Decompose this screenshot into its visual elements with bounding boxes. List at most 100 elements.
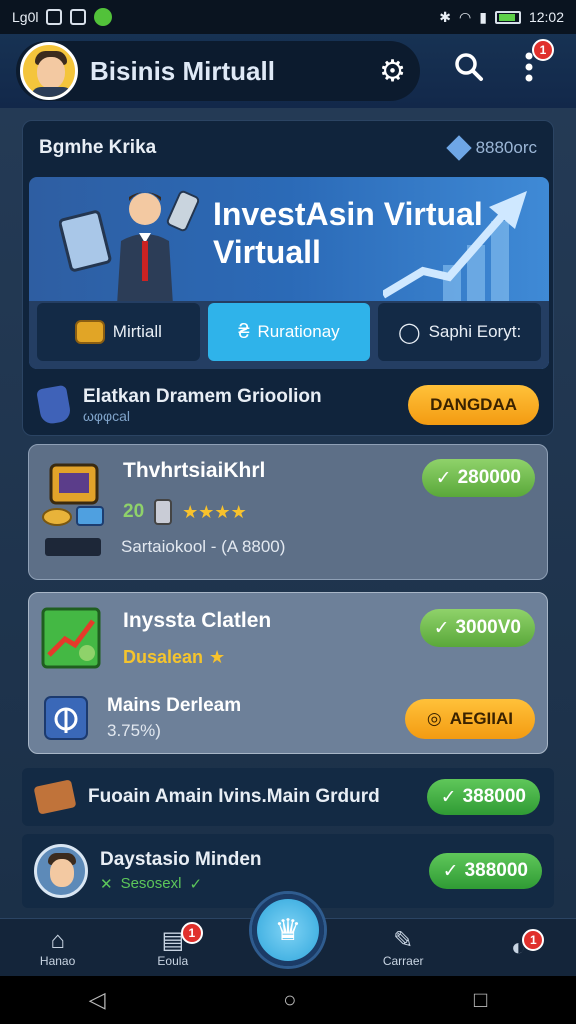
nav-label: Carraer	[382, 953, 424, 968]
summary-card: Bgmhe Krika 8880orc InvestAsin Virtual V…	[22, 120, 554, 436]
promo-subtitle: ωφφcal	[83, 408, 130, 424]
price-value: 388000	[462, 786, 526, 807]
coin-icon	[74, 320, 105, 344]
list-item[interactable]: ThvhrtsiaiKhrl ✓ 280000 20 ★★★★ Sartaiok…	[28, 444, 548, 580]
cash-register-icon	[42, 463, 104, 526]
system-nav: ◁ ○ □	[0, 976, 576, 1024]
star-icon: ★	[230, 501, 247, 522]
home-circle-icon[interactable]: ○	[283, 987, 296, 1013]
tab-label: Mirtiall	[112, 322, 162, 341]
price-value: 3000V0	[455, 617, 521, 638]
tab-label: Rurationay	[257, 322, 340, 341]
promo-title: Elatkan Dramem Grioolion	[83, 386, 322, 407]
item-sub-title: Mains Derleam	[107, 695, 242, 716]
item-title: ThvhrtsiaiKhrl	[123, 459, 266, 482]
avatar	[34, 844, 88, 898]
star-icon: ★	[182, 501, 199, 522]
invest-banner[interactable]: InvestAsin Virtual Virtuall Mirtiall ₴ R…	[29, 177, 549, 369]
check-icon: ✓	[442, 860, 459, 882]
carrier-label: Lg0l	[12, 9, 39, 25]
nav-item-profile[interactable]: ◐ 1	[478, 928, 558, 961]
gold-bar-icon	[33, 779, 77, 815]
summary-label: Bgmhe Krika	[39, 137, 157, 158]
star-icon: ★	[214, 501, 231, 522]
rating-stars: ★★★★	[182, 502, 247, 523]
nav-badge: 1	[180, 921, 203, 944]
tag-icon	[36, 384, 72, 426]
price-value: 388000	[464, 860, 528, 881]
jar-icon	[154, 499, 173, 525]
recents-icon[interactable]: □	[474, 987, 487, 1013]
item-meta: Sartaiokool - (A 8800)	[121, 537, 286, 556]
promo-button[interactable]: DANGDAA	[408, 385, 539, 425]
avatar[interactable]	[20, 42, 78, 100]
check-icon: ✓	[189, 876, 203, 893]
bluetooth-icon: ✱	[439, 8, 452, 25]
infinity-icon	[70, 9, 87, 25]
growth-arrow-icon	[383, 191, 527, 301]
price-badge[interactable]: ✓ 3000V0	[419, 609, 535, 647]
check-icon: ✓	[435, 467, 452, 489]
battery-icon	[494, 10, 521, 24]
gear-icon[interactable]: ⚙	[379, 54, 406, 89]
app-bar: Bisinis Mirtuall ⚙ 1	[0, 34, 576, 108]
currency-icon: ₴	[238, 320, 250, 343]
row-subtitle: Sesosexl	[120, 875, 182, 892]
sparkle-icon: ✕	[100, 876, 113, 893]
nav-label: Hanao	[39, 953, 76, 968]
star-icon: ★	[209, 647, 226, 667]
gallery-icon	[46, 9, 63, 25]
price-value: 280000	[457, 467, 521, 488]
businessman-illustration	[59, 190, 199, 305]
tab-label: Saphi Eoryt:	[428, 322, 522, 341]
price-badge[interactable]: ✓ 280000	[421, 459, 535, 497]
signal-icon: ▮	[479, 8, 487, 25]
app-title: Bisinis Mirtuall	[90, 55, 275, 86]
music-note-icon	[44, 696, 88, 740]
level-value: 20	[123, 501, 145, 522]
price-badge[interactable]: ✓ 388000	[426, 779, 540, 815]
nav-item-carraer[interactable]: ✎ Carraer	[363, 926, 443, 968]
app-notification-icon	[94, 8, 113, 26]
item-action-label: AEGIIAI	[449, 709, 513, 728]
category-tabs: Mirtiall ₴ Rurationay ◯ Saphi Eoryt:	[29, 301, 549, 369]
nav-item-eoula[interactable]: ▤ Eoula 1	[133, 921, 213, 968]
main-content: Bgmhe Krika 8880orc InvestAsin Virtual V…	[0, 108, 576, 918]
wifi-icon: ◠	[459, 8, 472, 25]
back-icon[interactable]: ◁	[89, 987, 106, 1013]
chart-icon: ♛	[274, 913, 302, 947]
more-menu-icon[interactable]: 1	[524, 39, 554, 91]
item-tag: Dusalean	[123, 647, 204, 667]
wallet-icon	[45, 538, 101, 556]
nav-item-home[interactable]: ⌂ Hanao	[18, 926, 98, 968]
list-row[interactable]: Fuoain Amain Ivins.Main Grdurd ✓ 388000	[22, 768, 554, 826]
promo-button-label: DANGDAA	[430, 395, 517, 414]
tab-saphi[interactable]: ◯ Saphi Eoryt:	[378, 303, 542, 361]
tab-rurationay[interactable]: ₴ Rurationay	[207, 303, 371, 361]
invest-fab[interactable]: ♛	[252, 894, 324, 966]
nav-label: Eoula	[157, 953, 189, 968]
price-badge[interactable]: ✓ 388000	[428, 853, 542, 889]
promo-row: Elatkan Dramem Grioolion ωφφcal DANGDAA	[23, 377, 555, 433]
balance-value: 8880orc	[475, 138, 537, 157]
ring-icon: ◯	[398, 321, 421, 344]
diamond-icon	[445, 135, 472, 161]
check-icon: ✓	[440, 786, 457, 808]
status-bar: Lg0l ✱ ◠ ▮ 12:02	[0, 0, 576, 34]
tab-mirtiall[interactable]: Mirtiall	[37, 303, 200, 361]
item-action-button[interactable]: ◎ AEGIIAI	[404, 699, 535, 739]
list-item[interactable]: Inyssta Clatlen ✓ 3000V0 Dusalean ★ Main…	[28, 592, 548, 754]
item-title: Inyssta Clatlen	[123, 609, 272, 632]
target-icon: ◎	[426, 709, 442, 728]
home-icon: ⌂	[50, 926, 65, 954]
title-pill: Bisinis Mirtuall ⚙	[16, 41, 420, 101]
row-title: Fuoain Amain Ivins.Main Grdurd	[88, 786, 380, 807]
search-icon[interactable]	[454, 52, 484, 90]
tools-icon: ✎	[393, 926, 414, 954]
star-icon: ★	[198, 501, 215, 522]
clock: 12:02	[528, 9, 564, 25]
chart-growth-icon	[41, 607, 101, 669]
item-sub-value: 3.75%)	[107, 721, 161, 740]
nav-badge: 1	[522, 928, 545, 951]
menu-badge: 1	[532, 39, 554, 61]
